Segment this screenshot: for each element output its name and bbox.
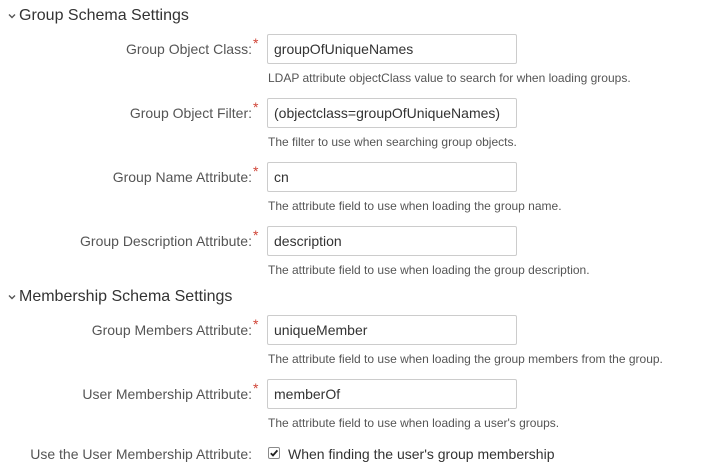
required-indicator: * bbox=[253, 163, 259, 179]
use-user-membership-checkbox-label[interactable]: When finding the user's group membership bbox=[288, 446, 554, 462]
group-description-attribute-description: The attribute field to use when loading … bbox=[268, 263, 590, 277]
group-description-attribute-input[interactable] bbox=[267, 226, 517, 256]
group-object-filter-description: The filter to use when searching group o… bbox=[268, 135, 517, 149]
group-name-attribute-label: Group Name Attribute: bbox=[112, 169, 252, 185]
required-indicator: * bbox=[253, 99, 259, 115]
group-name-attribute-description: The attribute field to use when loading … bbox=[268, 199, 562, 213]
group-object-class-input[interactable] bbox=[267, 34, 517, 64]
membership-schema-section-header[interactable]: Membership Schema Settings bbox=[6, 287, 232, 307]
group-members-attribute-description: The attribute field to use when loading … bbox=[268, 352, 663, 366]
use-user-membership-label: Use the User Membership Attribute: bbox=[30, 446, 252, 462]
group-object-class-description: LDAP attribute objectClass value to sear… bbox=[268, 71, 631, 85]
required-indicator: * bbox=[253, 316, 259, 332]
use-user-membership-row: Use the User Membership Attribute: When … bbox=[0, 444, 716, 464]
user-membership-attribute-description: The attribute field to use when loading … bbox=[268, 416, 560, 430]
group-object-class-label: Group Object Class: bbox=[125, 41, 252, 57]
group-object-filter-label: Group Object Filter: bbox=[129, 105, 252, 121]
required-indicator: * bbox=[253, 380, 259, 396]
group-description-attribute-label: Group Description Attribute: bbox=[80, 233, 252, 249]
required-indicator: * bbox=[253, 35, 259, 51]
user-membership-attribute-label: User Membership Attribute: bbox=[82, 386, 252, 402]
group-schema-section-header[interactable]: Group Schema Settings bbox=[6, 6, 189, 26]
membership-schema-section-title: Membership Schema Settings bbox=[19, 288, 233, 305]
checkmark-icon bbox=[270, 449, 279, 457]
chevron-down-icon bbox=[6, 291, 18, 303]
required-indicator: * bbox=[253, 227, 259, 243]
user-membership-attribute-input[interactable] bbox=[267, 379, 517, 409]
group-schema-section-title: Group Schema Settings bbox=[19, 7, 189, 24]
chevron-down-icon bbox=[6, 10, 18, 22]
group-name-attribute-input[interactable] bbox=[267, 162, 517, 192]
group-members-attribute-input[interactable] bbox=[267, 315, 517, 345]
group-members-attribute-label: Group Members Attribute: bbox=[91, 322, 252, 338]
use-user-membership-checkbox[interactable] bbox=[268, 447, 280, 459]
group-object-filter-input[interactable] bbox=[267, 98, 517, 128]
